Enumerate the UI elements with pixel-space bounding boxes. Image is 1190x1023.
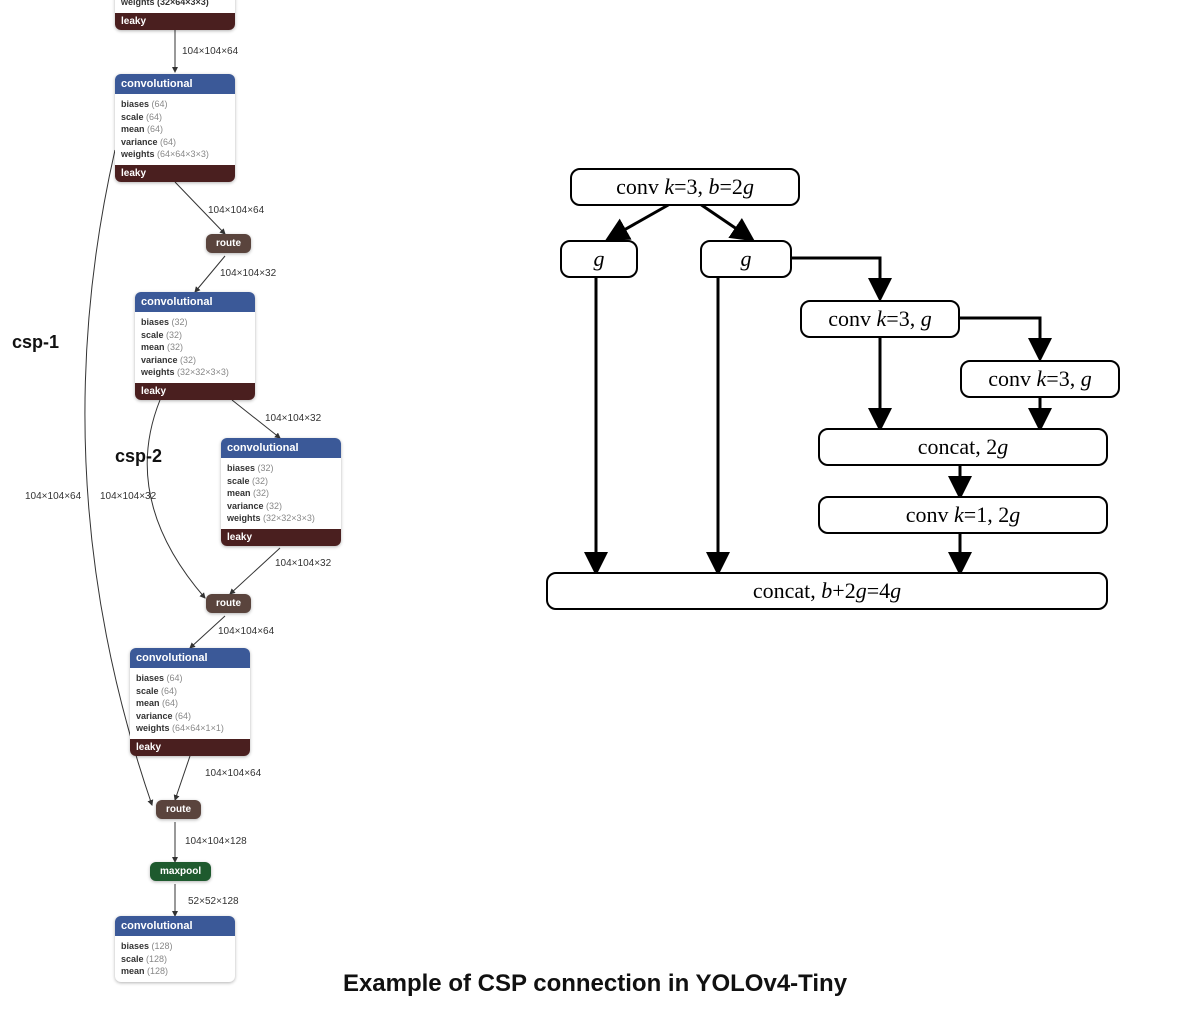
route-2: route [206,594,251,613]
edge-3: 104×104×32 [265,413,321,424]
conv1-footer: leaky [115,165,235,182]
right-g1: g [560,240,638,278]
route-1: route [206,234,251,253]
conv1-header: convolutional [115,74,235,94]
figure-caption: Example of CSP connection in YOLOv4-Tiny [0,970,1190,998]
route-3: route [156,800,201,819]
left-diagram: weights (32×64×3×3) leaky 104×104×64 con… [0,0,460,960]
edge-csp1: 104×104×64 [25,491,81,502]
maxpool: maxpool [150,862,211,881]
right-concat-1: concat, 2g [818,428,1108,466]
edge-6: 104×104×64 [205,768,261,779]
conv2-header: convolutional [135,292,255,312]
right-conv-c: conv k=1, 2g [818,496,1108,534]
edge-csp2: 104×104×32 [100,491,156,502]
right-conv-a: conv k=3, g [800,300,960,338]
right-g2: g [700,240,792,278]
conv-block-1: convolutional biases biases (64)(64) sca… [115,74,235,182]
conv4-footer: leaky [130,739,250,756]
edge-0: 104×104×64 [182,46,238,57]
conv5-header: convolutional [115,916,235,936]
conv0-footer: leaky [115,13,235,30]
conv-block-2: convolutional biases (32) scale (32) mea… [135,292,255,400]
edge-7: 104×104×128 [185,836,247,847]
edge-5: 104×104×64 [218,626,274,637]
conv3-footer: leaky [221,529,341,546]
edge-4: 104×104×32 [275,558,331,569]
edge-2: 104×104×32 [220,268,276,279]
conv-block-3: convolutional biases (32) scale (32) mea… [221,438,341,546]
conv3-header: convolutional [221,438,341,458]
conv4-header: convolutional [130,648,250,668]
right-top-conv: conv k=3, b=2g [570,168,800,206]
right-concat-2: concat, b+2g=4g [546,572,1108,610]
conv2-footer: leaky [135,383,255,400]
conv0-weights: weights (32×64×3×3) [121,0,209,7]
edge-8: 52×52×128 [188,896,239,907]
csp2-label: csp-2 [115,446,162,467]
right-diagram: conv k=3, b=2g g g conv k=3, g conv k=3,… [540,160,1180,680]
right-conv-b: conv k=3, g [960,360,1120,398]
conv-block-4: convolutional biases (64) scale (64) mea… [130,648,250,756]
conv-block-0: weights (32×64×3×3) leaky [115,0,235,30]
csp1-label: csp-1 [12,332,59,353]
edge-1: 104×104×64 [208,205,264,216]
